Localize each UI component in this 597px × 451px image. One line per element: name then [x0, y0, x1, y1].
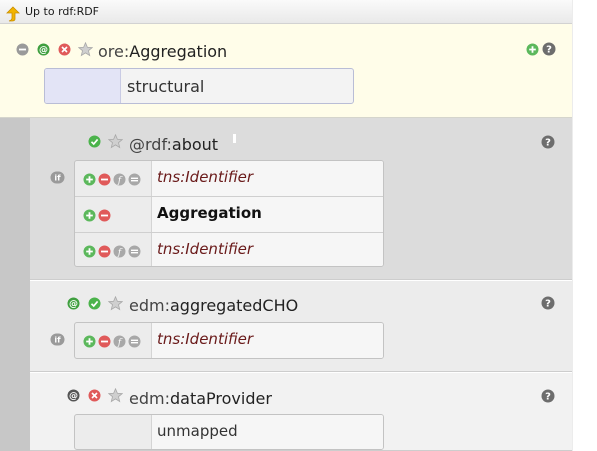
value-cell[interactable]: tns:Identifier — [151, 161, 383, 196]
add-icon[interactable] — [83, 209, 96, 222]
value-row[interactable]: f tns:Identifier — [75, 232, 383, 266]
value-list-box: f tns:Identifier Aggregation f tns:Ident… — [74, 160, 384, 267]
remove-icon[interactable] — [88, 389, 101, 402]
value-list-box: f tns:Identifier — [74, 322, 384, 359]
top-nav-bar: Up to rdf:RDF — [0, 0, 572, 24]
add-icon[interactable] — [526, 43, 539, 56]
value-cell[interactable]: unmapped — [151, 415, 383, 449]
help-icon[interactable]: ? — [541, 296, 555, 310]
add-icon[interactable] — [83, 335, 96, 348]
up-arrow-icon[interactable] — [6, 6, 20, 22]
value-row[interactable]: f tns:Identifier — [75, 323, 383, 358]
remove-icon[interactable] — [58, 43, 71, 56]
value-list-box: unmapped — [74, 414, 384, 450]
star-icon[interactable] — [108, 296, 123, 311]
child-element-local-name: about — [171, 135, 219, 154]
child-element-name: edm:aggregatedCHO — [129, 296, 298, 315]
child-element-prefix: @rdf: — [129, 135, 172, 154]
value-row[interactable]: unmapped — [75, 415, 383, 449]
child-element-edm-aggregatedcho: @ edm:aggregatedCHO ? if f tns:Identifie… — [30, 281, 572, 372]
svg-text:?: ? — [545, 299, 551, 310]
remove-icon[interactable] — [98, 173, 111, 186]
svg-text:@: @ — [69, 392, 78, 402]
value-text: Aggregation — [157, 204, 262, 222]
root-element-name: ore:Aggregation — [98, 42, 227, 61]
child-element-local-name: aggregatedCHO — [169, 296, 299, 315]
function-icon[interactable]: f — [113, 335, 126, 348]
child-element-edm-dataprovider: @ edm:dataProvider ? unmapped — [30, 373, 572, 451]
function-icon[interactable]: f — [113, 173, 126, 186]
at-icon[interactable]: @ — [67, 389, 80, 402]
child-element-rdf-about: @rdf:about ? if f tns:Identifier Aggrega… — [30, 118, 572, 280]
child-element-prefix: edm: — [129, 296, 170, 315]
remove-icon[interactable] — [98, 335, 111, 348]
svg-text:?: ? — [545, 392, 551, 403]
value-cell[interactable]: tns:Identifier — [151, 323, 383, 358]
svg-text:@: @ — [69, 300, 78, 310]
help-icon[interactable]: ? — [542, 42, 556, 56]
root-value-handle — [45, 69, 121, 103]
remove-icon[interactable] — [98, 245, 111, 258]
at-icon[interactable]: @ — [67, 297, 80, 310]
scrollbar[interactable] — [572, 0, 597, 451]
up-to-parent-link[interactable]: Up to rdf:RDF — [25, 5, 99, 18]
svg-text:?: ? — [546, 45, 552, 56]
value-row[interactable]: Aggregation — [75, 196, 383, 232]
star-icon[interactable] — [78, 42, 93, 57]
option-icon[interactable] — [128, 245, 141, 258]
nesting-gutter — [0, 118, 30, 451]
option-icon[interactable] — [128, 335, 141, 348]
svg-text:if: if — [54, 336, 61, 345]
value-text: unmapped — [157, 422, 238, 440]
value-text: tns:Identifier — [157, 240, 254, 258]
if-condition-icon[interactable]: if — [50, 171, 65, 184]
root-value-box[interactable]: structural — [44, 68, 354, 104]
add-icon[interactable] — [83, 245, 96, 258]
svg-text:if: if — [54, 174, 61, 183]
svg-text:@: @ — [39, 46, 48, 56]
help-icon[interactable]: ? — [541, 135, 555, 149]
value-cell[interactable]: Aggregation — [151, 197, 383, 232]
root-value-text: structural — [127, 77, 205, 96]
star-icon[interactable] — [108, 134, 123, 149]
check-icon[interactable] — [88, 297, 101, 310]
svg-text:?: ? — [545, 138, 551, 149]
function-icon[interactable]: f — [113, 245, 126, 258]
child-element-name: @rdf:about — [129, 135, 218, 154]
text-cursor — [233, 134, 236, 143]
help-icon[interactable]: ? — [541, 389, 555, 403]
star-icon[interactable] — [108, 388, 123, 403]
option-icon[interactable] — [128, 173, 141, 186]
value-text: tns:Identifier — [157, 330, 254, 348]
child-element-name: edm:dataProvider — [129, 389, 272, 408]
add-icon[interactable] — [83, 173, 96, 186]
value-cell[interactable]: tns:Identifier — [151, 233, 383, 266]
at-icon[interactable]: @ — [37, 43, 50, 56]
if-condition-icon[interactable]: if — [50, 333, 65, 346]
child-element-local-name: dataProvider — [169, 389, 272, 408]
value-text: tns:Identifier — [157, 168, 254, 186]
value-row[interactable]: f tns:Identifier — [75, 161, 383, 196]
check-icon[interactable] — [88, 135, 101, 148]
root-element-local-name: Aggregation — [129, 42, 228, 61]
root-element-prefix: ore: — [98, 42, 130, 61]
root-element-header: @ ore:Aggregation ? structural — [0, 24, 572, 118]
collapse-icon[interactable] — [16, 43, 29, 56]
remove-icon[interactable] — [98, 209, 111, 222]
child-element-prefix: edm: — [129, 389, 170, 408]
